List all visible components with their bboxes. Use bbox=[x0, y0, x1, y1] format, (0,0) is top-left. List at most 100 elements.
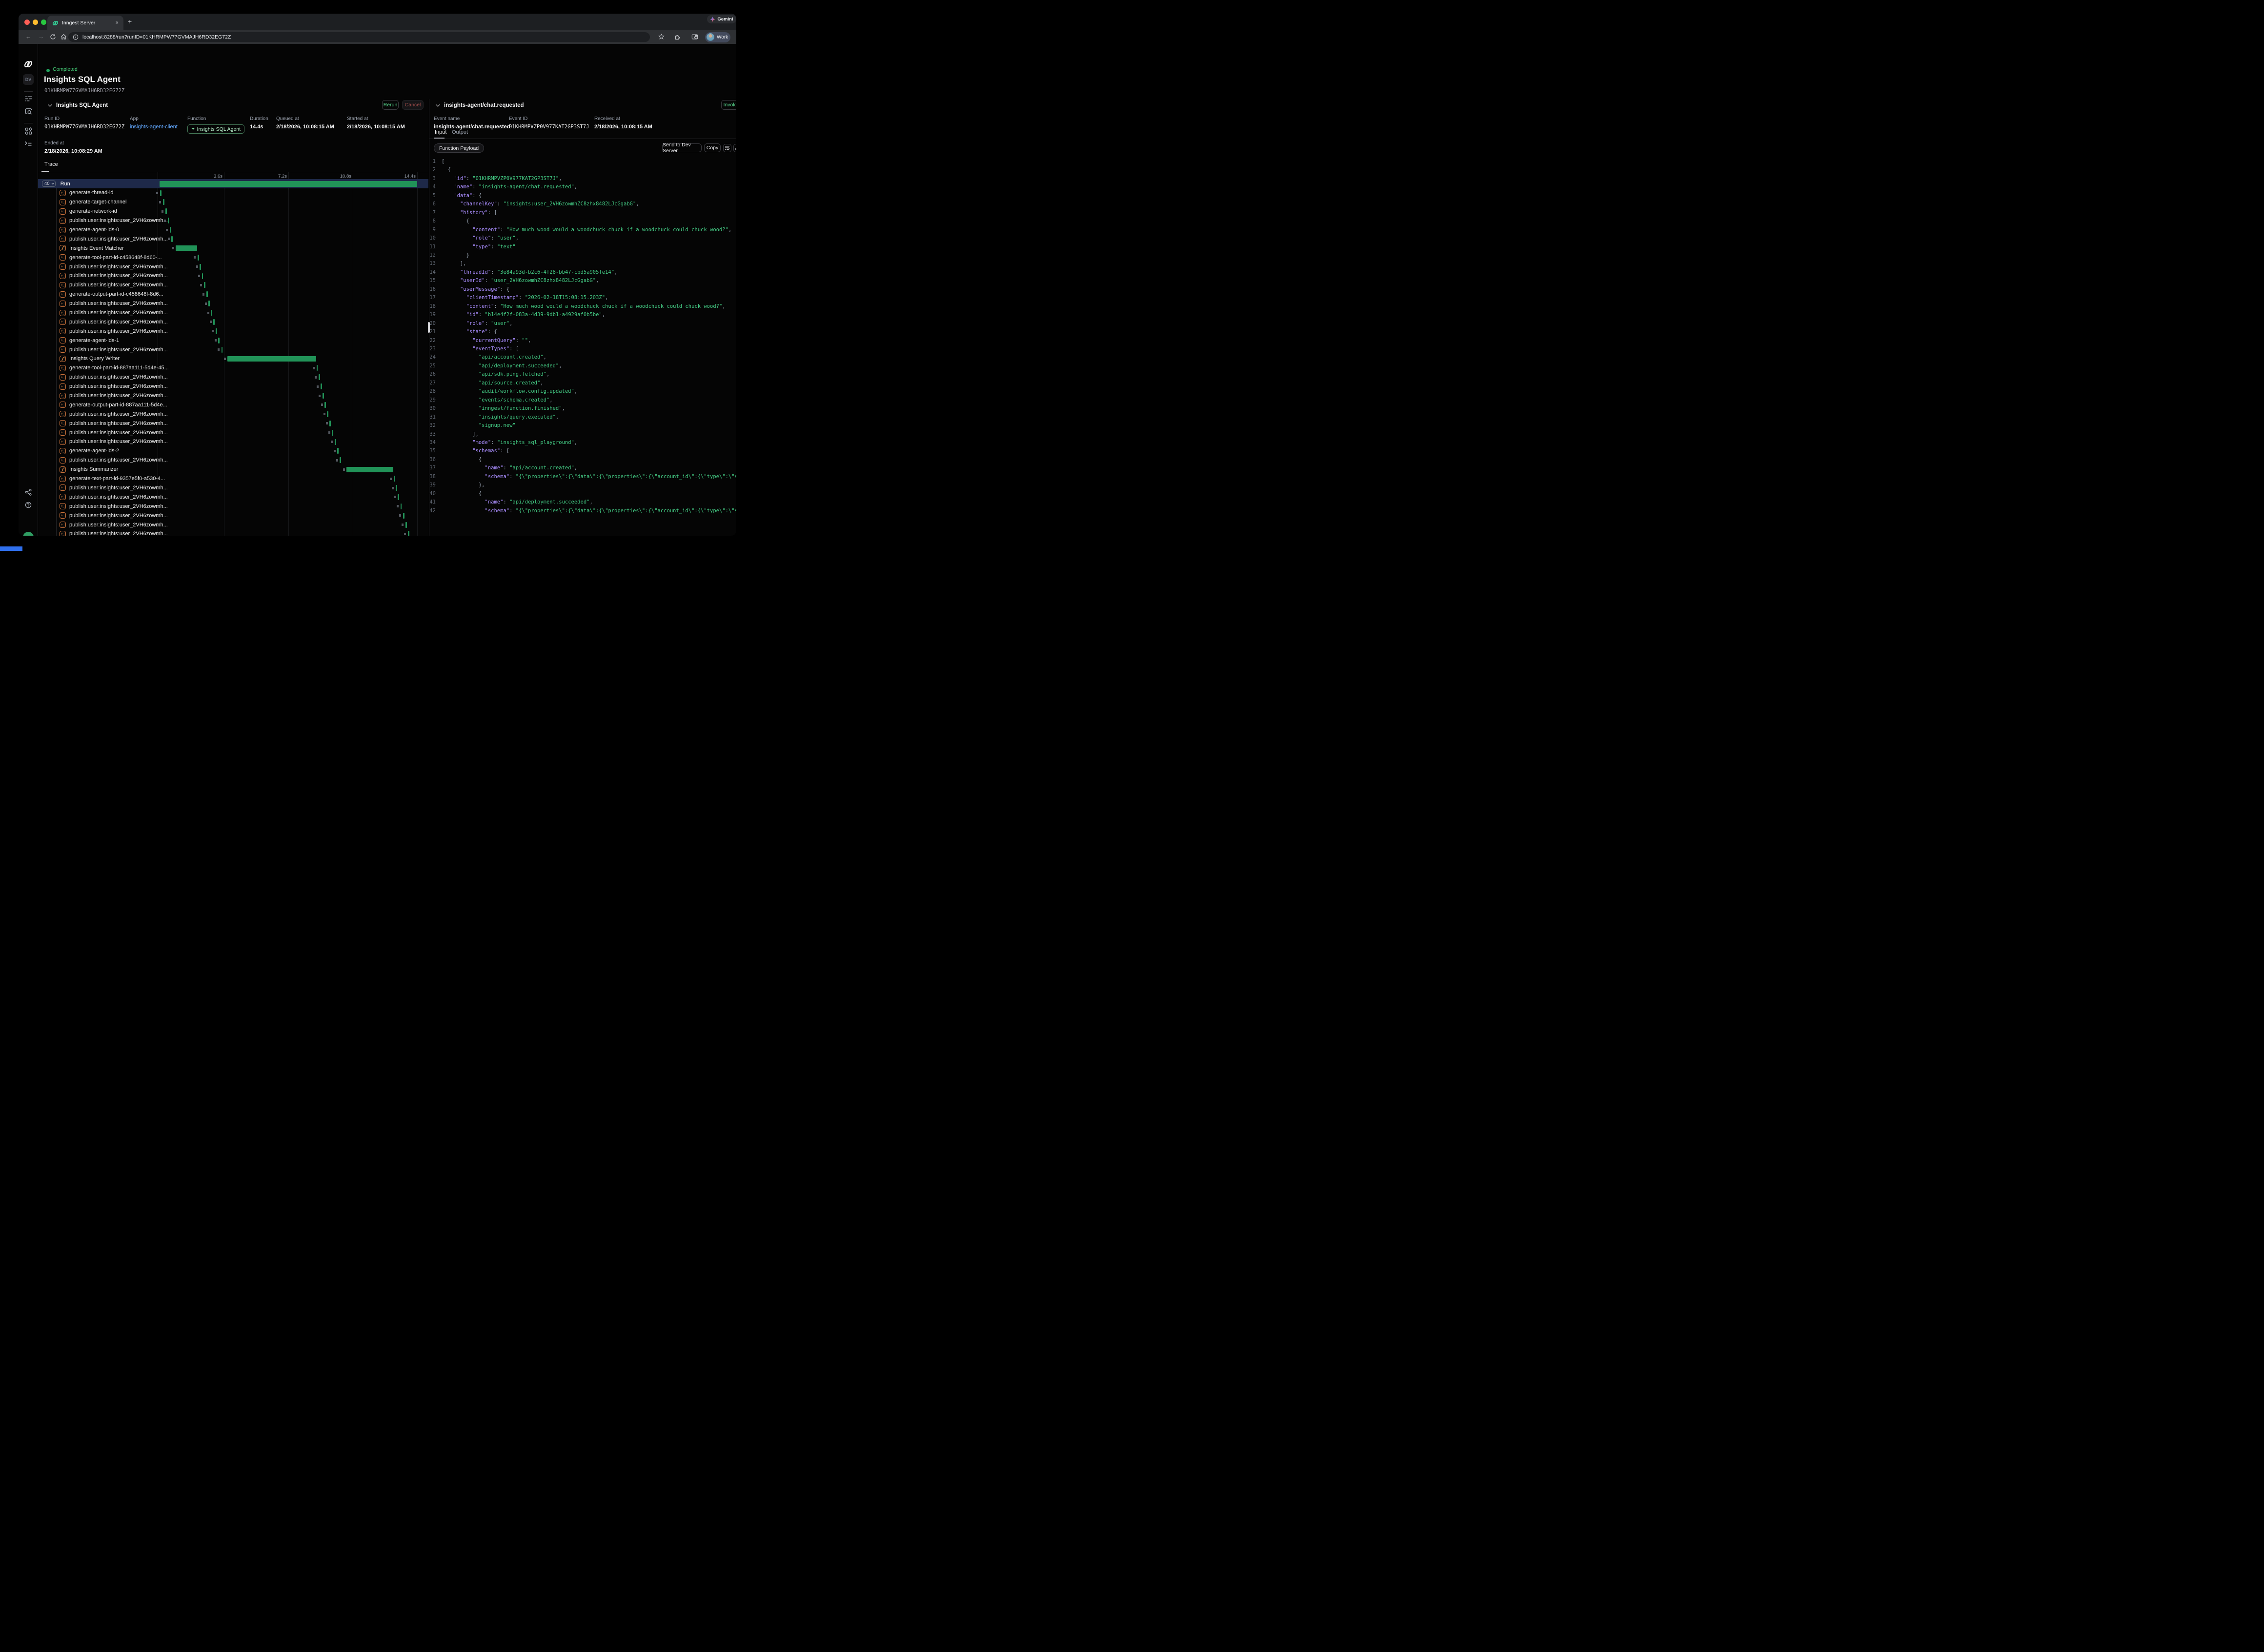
trace-span-row[interactable]: >_publish:user:insights:user_2VH6zowmh..… bbox=[38, 345, 428, 354]
word-wrap-icon[interactable] bbox=[723, 144, 731, 152]
tab-title: Inngest Server bbox=[62, 20, 116, 26]
payload-code-editor[interactable]: 1[2 {3 "id": "01KHRMPVZP0V977KAT2GP3ST7J… bbox=[429, 158, 736, 536]
sidebar-item-apps[interactable] bbox=[19, 127, 38, 135]
sidebar-item-runs[interactable] bbox=[19, 96, 38, 102]
trace-span-row[interactable]: >_generate-tool-part-id-887aa111-5d4e-45… bbox=[38, 363, 428, 373]
agent-icon bbox=[60, 356, 66, 362]
trace-span-row[interactable]: >_publish:user:insights:user_2VH6zowmh..… bbox=[38, 456, 428, 465]
tab-close-icon[interactable]: × bbox=[116, 20, 119, 26]
trace-span-row[interactable]: >_publish:user:insights:user_2VH6zowmh..… bbox=[38, 419, 428, 428]
sidebar-item-terminal[interactable] bbox=[19, 140, 38, 146]
field-value: 14.4s bbox=[250, 124, 268, 130]
side-panel-icon[interactable] bbox=[691, 34, 698, 40]
trace-span-row[interactable]: Insights Query Writer bbox=[38, 354, 428, 363]
copy-button[interactable]: Copy bbox=[704, 143, 721, 152]
share-icon[interactable] bbox=[19, 489, 38, 496]
field-value[interactable]: insights-agent-client bbox=[130, 124, 178, 130]
zoom-window-button[interactable] bbox=[41, 20, 46, 25]
trace-span-row[interactable]: >_generate-agent-ids-1 bbox=[38, 336, 428, 345]
collapse-run-icon[interactable] bbox=[48, 102, 52, 106]
bookmark-star-icon[interactable] bbox=[658, 34, 665, 40]
field-label: Received at bbox=[594, 116, 652, 121]
env-badge[interactable]: DV bbox=[23, 74, 34, 85]
trace-span-row[interactable]: >_publish:user:insights:user_2VH6zowmh..… bbox=[38, 326, 428, 336]
trace-span-row[interactable]: >_publish:user:insights:user_2VH6zowmh..… bbox=[38, 317, 428, 326]
url-bar[interactable]: localhost:8288/run?runID=01KHRMPW77GVMAJ… bbox=[68, 32, 650, 42]
home-icon[interactable] bbox=[61, 34, 67, 40]
dev-tools-button[interactable]: </> bbox=[23, 532, 34, 536]
rerun-button[interactable]: Rerun bbox=[382, 100, 399, 110]
trace-span-row[interactable]: >_publish:user:insights:user_2VH6zowmh..… bbox=[38, 299, 428, 308]
sidebar-item-events[interactable] bbox=[19, 108, 38, 115]
cancel-button[interactable]: Cancel bbox=[402, 100, 424, 110]
trace-span-row[interactable]: >_publish:user:insights:user_2VH6zowmh..… bbox=[38, 382, 428, 391]
forward-icon[interactable]: → bbox=[38, 33, 44, 40]
trace-span-label: publish:user:insights:user_2VH6zowmh... bbox=[69, 522, 168, 528]
trace-span-row[interactable]: >_publish:user:insights:user_2VH6zowmh..… bbox=[38, 216, 428, 225]
trace-span-row[interactable]: Insights Event Matcher bbox=[38, 243, 428, 253]
trace-span-label: generate-agent-ids-1 bbox=[69, 338, 119, 343]
tab-trace[interactable]: Trace bbox=[44, 161, 58, 167]
tab-input[interactable]: Input bbox=[435, 129, 446, 135]
extensions-icon[interactable] bbox=[674, 34, 681, 40]
invoke-button[interactable]: Invoke bbox=[721, 100, 736, 110]
trace-span-row[interactable]: >_publish:user:insights:user_2VH6zowmh..… bbox=[38, 271, 428, 281]
step-icon: >_ bbox=[60, 484, 66, 491]
trace-span-row[interactable]: >_generate-tool-part-id-c458648f-8d60-..… bbox=[38, 253, 428, 262]
field-queued-at: Queued at2/18/2026, 10:08:15 AM bbox=[276, 116, 334, 130]
trace-span-row[interactable]: >_generate-agent-ids-2 bbox=[38, 446, 428, 456]
trace-span-row[interactable]: >_generate-agent-ids-0 bbox=[38, 225, 428, 235]
trace-span-row[interactable]: >_generate-network-id bbox=[38, 207, 428, 216]
help-icon[interactable] bbox=[19, 502, 38, 508]
gemini-badge[interactable]: Gemini bbox=[707, 15, 736, 23]
site-info-icon[interactable] bbox=[73, 34, 79, 40]
field-app: Appinsights-agent-client bbox=[130, 116, 178, 130]
trace-span-row[interactable]: >_publish:user:insights:user_2VH6zowmh..… bbox=[38, 262, 428, 271]
run-row-label: Run bbox=[61, 181, 70, 187]
trace-span-row[interactable]: >_publish:user:insights:user_2VH6zowmh..… bbox=[38, 234, 428, 243]
line-number: 25 bbox=[429, 362, 442, 370]
trace-span-row[interactable]: >_generate-output-part-id-887aa111-5d4e.… bbox=[38, 400, 428, 409]
close-window-button[interactable] bbox=[24, 20, 30, 25]
function-badge[interactable]: ✦Insights SQL Agent bbox=[187, 124, 244, 134]
expand-icon[interactable] bbox=[733, 144, 736, 152]
tab-output[interactable]: Output bbox=[452, 129, 468, 135]
agent-icon bbox=[60, 466, 66, 473]
trace-span-row[interactable]: >_publish:user:insights:user_2VH6zowmh..… bbox=[38, 391, 428, 401]
trace-run-row[interactable]: 40 Run bbox=[38, 179, 428, 188]
code-text: "name": "api/account.created", bbox=[442, 464, 577, 472]
trace-span-row[interactable]: >_publish:user:insights:user_2VH6zowmh..… bbox=[38, 281, 428, 290]
line-number: 3 bbox=[429, 175, 442, 183]
function-payload-chip[interactable]: Function Payload bbox=[434, 143, 484, 153]
trace-span-row[interactable]: >_publish:user:insights:user_2VH6zowmh..… bbox=[38, 529, 428, 536]
trace-span-row[interactable]: >_publish:user:insights:user_2VH6zowmh..… bbox=[38, 308, 428, 318]
trace-span-row[interactable]: >_publish:user:insights:user_2VH6zowmh..… bbox=[38, 492, 428, 502]
trace-span-row[interactable]: >_publish:user:insights:user_2VH6zowmh..… bbox=[38, 373, 428, 382]
code-line: 4 "name": "insights-agent/chat.requested… bbox=[429, 183, 736, 191]
trace-span-row[interactable]: >_publish:user:insights:user_2VH6zowmh..… bbox=[38, 484, 428, 493]
trace-span-row[interactable]: >_publish:user:insights:user_2VH6zowmh..… bbox=[38, 511, 428, 520]
line-number: 4 bbox=[429, 183, 442, 191]
trace-span-row[interactable]: >_generate-thread-id bbox=[38, 188, 428, 198]
browser-tab[interactable]: Inngest Server × bbox=[47, 16, 123, 30]
trace-span-row[interactable]: Insights Summarizer bbox=[38, 465, 428, 474]
trace-span-row[interactable]: >_publish:user:insights:user_2VH6zowmh..… bbox=[38, 437, 428, 446]
back-icon[interactable]: ← bbox=[25, 33, 31, 40]
span-count-chip[interactable]: 40 bbox=[42, 181, 56, 187]
trace-span-row[interactable]: >_publish:user:insights:user_2VH6zowmh..… bbox=[38, 520, 428, 529]
profile-chip[interactable]: Work bbox=[705, 32, 730, 42]
trace-span-row[interactable]: >_publish:user:insights:user_2VH6zowmh..… bbox=[38, 502, 428, 511]
trace-span-row[interactable]: >_generate-target-channel bbox=[38, 198, 428, 207]
new-tab-button[interactable]: + bbox=[128, 18, 132, 25]
collapse-event-icon[interactable] bbox=[436, 102, 440, 106]
span-duration-bar bbox=[218, 338, 220, 343]
trace-span-row[interactable]: >_generate-text-part-id-9357e5f0-a530-4.… bbox=[38, 474, 428, 484]
trace-span-row[interactable]: >_publish:user:insights:user_2VH6zowmh..… bbox=[38, 428, 428, 437]
trace-span-row[interactable]: >_generate-output-part-id-c458648f-8d6..… bbox=[38, 290, 428, 299]
minimize-window-button[interactable] bbox=[33, 20, 38, 25]
reload-icon[interactable] bbox=[50, 34, 56, 40]
code-line: 27 "api/source.created", bbox=[429, 379, 736, 387]
trace-span-row[interactable]: >_publish:user:insights:user_2VH6zowmh..… bbox=[38, 409, 428, 419]
send-to-dev-server-button[interactable]: Send to Dev Server bbox=[662, 143, 702, 152]
code-text: [ bbox=[442, 158, 445, 166]
